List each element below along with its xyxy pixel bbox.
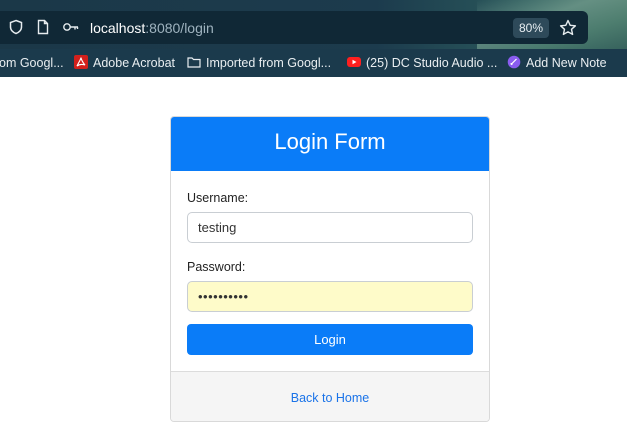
- password-input[interactable]: ••••••••••: [187, 281, 473, 312]
- login-button[interactable]: Login: [187, 324, 473, 355]
- page-icon[interactable]: [35, 19, 51, 35]
- bookmark-label: Adobe Acrobat: [93, 56, 176, 70]
- url-text[interactable]: localhost:8080/login: [90, 20, 214, 36]
- bookmark-item-dc-studio[interactable]: (25) DC Studio Audio ...: [347, 55, 497, 71]
- login-title: Login Form: [171, 117, 489, 171]
- bookmark-label: Imported from Googl...: [206, 56, 332, 70]
- username-label: Username:: [187, 191, 249, 205]
- bookmark-item-adobe-acrobat[interactable]: Adobe Acrobat: [74, 55, 175, 71]
- zoom-indicator[interactable]: 80%: [513, 18, 549, 38]
- bookmarks-bar: om Googl... Adobe Acrobat Imported from …: [0, 49, 627, 77]
- bookmark-label: om Googl...: [0, 56, 64, 70]
- bookmark-label: (25) DC Studio Audio ...: [366, 56, 498, 70]
- bookmark-item-add-new-note[interactable]: Add New Note: [507, 55, 607, 71]
- youtube-icon: [347, 55, 361, 69]
- address-bar[interactable]: localhost:8080/login 80%: [0, 11, 588, 44]
- login-card: Login Form Username: testing Password: •…: [170, 116, 490, 422]
- bookmark-label: Add New Note: [526, 56, 607, 70]
- acrobat-icon: [74, 55, 88, 69]
- url-host: localhost: [90, 20, 146, 36]
- note-icon: [507, 55, 521, 69]
- password-label: Password:: [187, 260, 246, 274]
- login-form: Username: testing Password: •••••••••• L…: [171, 171, 489, 371]
- browser-toolbar: localhost:8080/login 80%: [0, 0, 627, 49]
- folder-icon: [187, 55, 201, 69]
- username-input[interactable]: testing: [187, 212, 473, 243]
- bookmark-star-icon[interactable]: [558, 18, 578, 38]
- bookmark-folder-imported[interactable]: Imported from Googl...: [187, 55, 331, 71]
- bookmark-item-google[interactable]: om Googl...: [0, 55, 64, 71]
- key-icon[interactable]: [62, 19, 80, 35]
- card-footer: Back to Home: [171, 371, 489, 421]
- shield-icon[interactable]: [8, 19, 24, 35]
- back-to-home-link[interactable]: Back to Home: [291, 391, 370, 405]
- url-path: :8080/login: [145, 20, 214, 36]
